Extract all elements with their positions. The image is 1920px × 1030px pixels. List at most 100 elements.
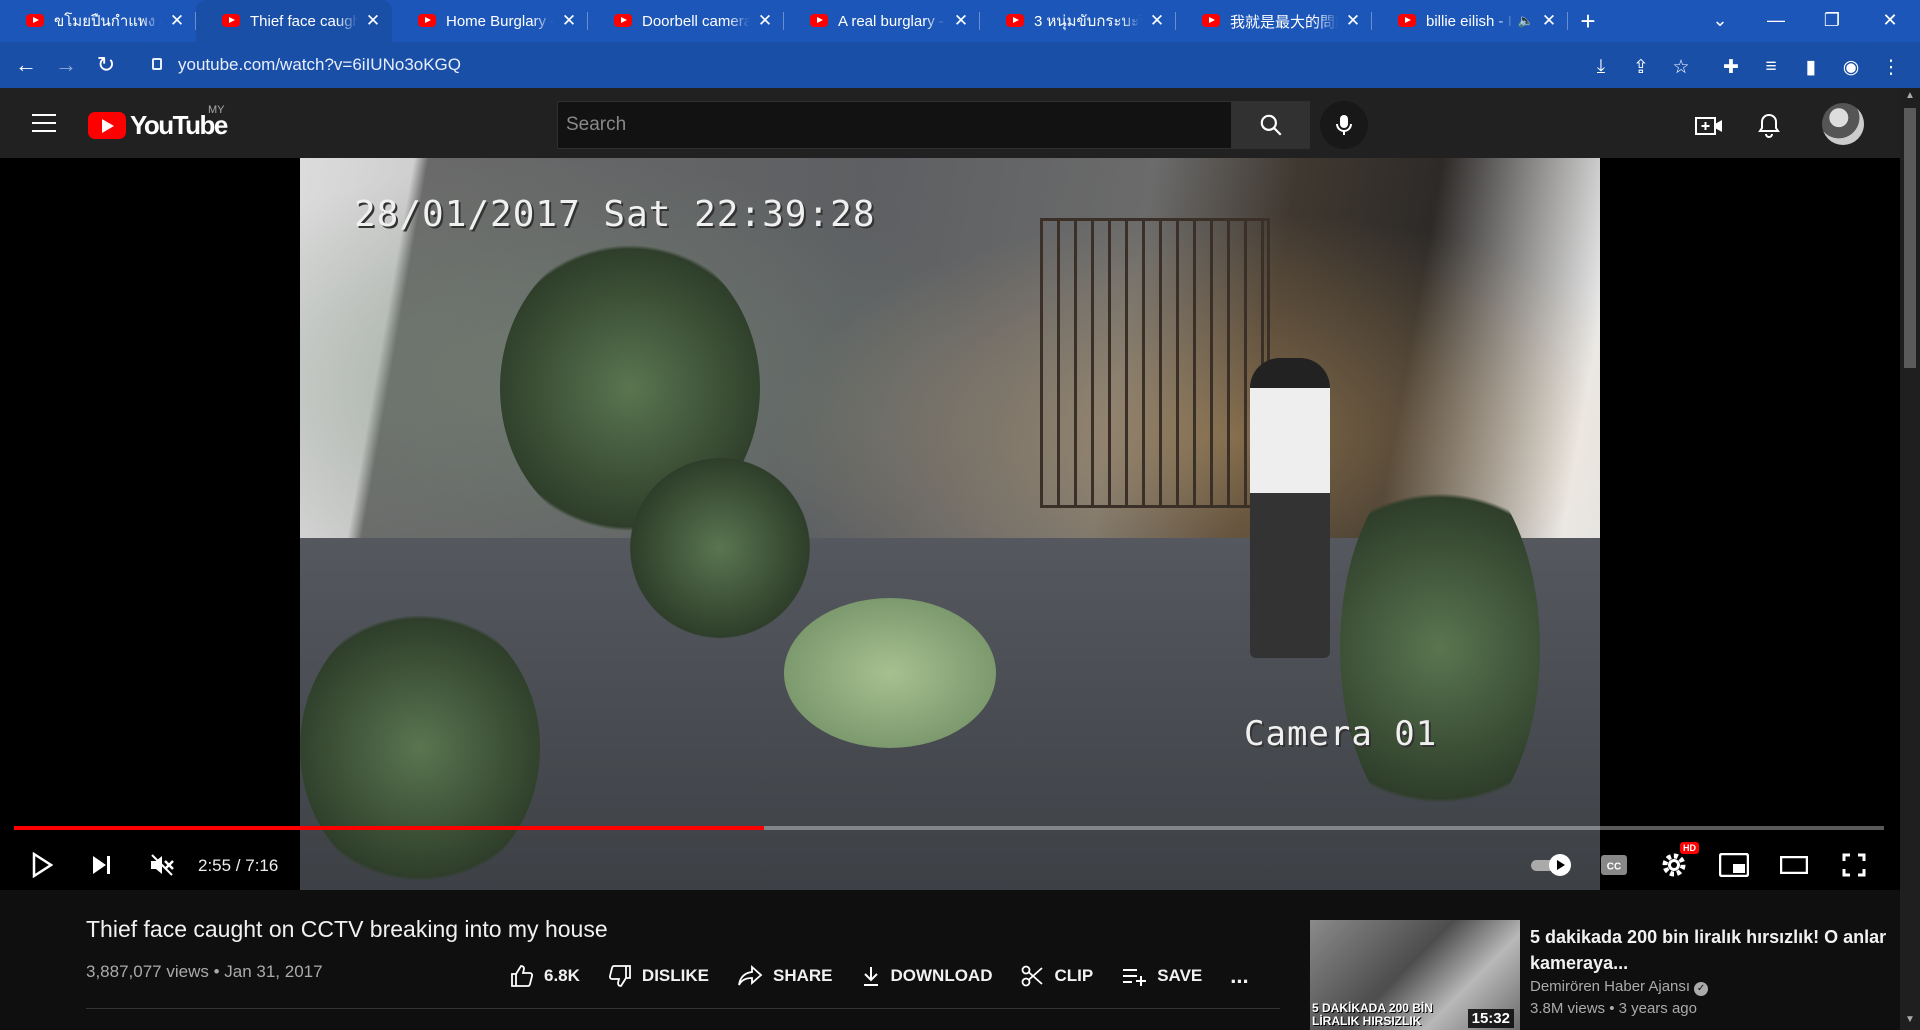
chrome-menu-icon[interactable]: ⋮ bbox=[1876, 52, 1906, 82]
extensions-icon[interactable]: ✚ bbox=[1716, 52, 1746, 82]
clip-button[interactable]: CLIP bbox=[1020, 964, 1093, 988]
browser-tab[interactable]: billie eilish - I 🔈 ✕ bbox=[1372, 0, 1568, 42]
minimize-button[interactable]: — bbox=[1748, 0, 1804, 40]
save-button[interactable]: SAVE bbox=[1121, 966, 1202, 986]
cctv-timestamp: 28/01/2017 Sat 22:39:28 bbox=[354, 194, 876, 235]
scrollbar-thumb[interactable] bbox=[1904, 108, 1916, 368]
share-arrow-icon bbox=[738, 965, 763, 986]
search-input[interactable] bbox=[566, 114, 1231, 136]
tab-close-icon[interactable]: ✕ bbox=[1344, 11, 1362, 31]
thumbs-down-icon bbox=[608, 965, 631, 987]
video-actions: 6.8K DISLIKE SHARE DOWNLOAD CLIP SAVE ..… bbox=[510, 958, 1249, 994]
video-plants-center bbox=[630, 458, 810, 638]
browser-tab[interactable]: Doorbell camera ✕ bbox=[588, 0, 784, 42]
play-icon bbox=[32, 852, 53, 878]
voice-search-button[interactable] bbox=[1320, 101, 1368, 149]
forward-button[interactable]: → bbox=[46, 45, 86, 85]
youtube-play-logo-icon bbox=[88, 112, 126, 139]
browser-tab[interactable]: Thief face caught ✕ bbox=[196, 0, 392, 42]
microphone-icon bbox=[1336, 115, 1352, 135]
channel-name: Demirören Haber Ajansı bbox=[1530, 978, 1691, 995]
browser-tab[interactable]: Home Burglary - I ✕ bbox=[392, 0, 588, 42]
scissors-icon bbox=[1022, 965, 1044, 987]
scroll-up-icon[interactable]: ▲ bbox=[1905, 90, 1915, 101]
more-actions-button[interactable]: ... bbox=[1230, 963, 1248, 989]
account-avatar[interactable] bbox=[1822, 103, 1864, 145]
play-button[interactable] bbox=[20, 843, 64, 887]
video-frame[interactable]: 28/01/2017 Sat 22:39:28 Camera 01 bbox=[300, 158, 1600, 890]
share-button[interactable]: SHARE bbox=[737, 965, 833, 987]
new-tab-button[interactable]: + bbox=[1568, 0, 1608, 42]
like-button[interactable]: 6.8K bbox=[510, 964, 580, 988]
autoplay-toggle[interactable] bbox=[1528, 843, 1576, 887]
create-video-button[interactable] bbox=[1692, 109, 1726, 143]
verified-check-icon: ✓ bbox=[1694, 982, 1709, 996]
progress-bar[interactable] bbox=[14, 826, 1884, 830]
browser-tab[interactable]: 我就是最大的問題 ✕ bbox=[1176, 0, 1372, 42]
browser-tab[interactable]: A real burglary - I ✕ bbox=[784, 0, 980, 42]
menu-icon[interactable] bbox=[32, 114, 56, 132]
tab-audio-icon[interactable]: 🔈 bbox=[1518, 13, 1534, 29]
tab-close-icon[interactable]: ✕ bbox=[1540, 11, 1558, 31]
profile-icon[interactable]: ◉ bbox=[1836, 52, 1866, 82]
tab-title: Thief face caught bbox=[250, 12, 358, 30]
browser-tab[interactable]: 3 หนุ่มขับกระบะปืนก ✕ bbox=[980, 0, 1176, 42]
search-button[interactable] bbox=[1232, 101, 1310, 149]
scroll-down-icon[interactable]: ▼ bbox=[1905, 1014, 1915, 1025]
recommended-channel[interactable]: Demirören Haber Ajansı ✓ bbox=[1530, 978, 1709, 996]
page-scrollbar[interactable]: ▲ ▼ bbox=[1900, 88, 1920, 1030]
tab-close-icon[interactable]: ✕ bbox=[364, 11, 382, 31]
miniplayer-button[interactable] bbox=[1712, 843, 1756, 887]
tab-close-icon[interactable]: ✕ bbox=[168, 11, 186, 31]
thumbs-up-icon bbox=[511, 965, 534, 987]
theater-mode-button[interactable] bbox=[1772, 843, 1816, 887]
share-icon[interactable]: ⇪ bbox=[1626, 52, 1656, 82]
gear-icon bbox=[1662, 853, 1686, 877]
video-player[interactable]: 28/01/2017 Sat 22:39:28 Camera 01 2:55 /… bbox=[0, 158, 1900, 890]
tab-title: ขโมยปืนกำแพง - Yo bbox=[54, 13, 162, 30]
skip-next-icon bbox=[93, 856, 110, 874]
address-bar[interactable]: youtube.com/watch?v=6iIUNo3oKGQ bbox=[138, 47, 1878, 83]
media-control-icon[interactable]: ≡ bbox=[1756, 52, 1786, 82]
save-label: SAVE bbox=[1157, 966, 1203, 985]
autoplay-toggle-icon bbox=[1531, 854, 1571, 876]
video-camera-plus-icon bbox=[1695, 117, 1722, 135]
fullscreen-button[interactable] bbox=[1832, 843, 1876, 887]
youtube-favicon-icon bbox=[1202, 14, 1220, 27]
next-button[interactable] bbox=[80, 843, 124, 887]
back-button[interactable]: ← bbox=[6, 45, 46, 85]
restore-button[interactable]: ❐ bbox=[1804, 0, 1860, 40]
tab-search-icon[interactable]: ⌄ bbox=[1692, 0, 1748, 40]
recommended-thumbnail[interactable]: 5 DAKİKADA 200 BİN LİRALIK HIRSIZLIK 15:… bbox=[1310, 920, 1520, 1030]
download-button[interactable]: DOWNLOAD bbox=[861, 965, 993, 987]
tab-close-icon[interactable]: ✕ bbox=[756, 11, 774, 31]
bell-icon bbox=[1758, 113, 1780, 138]
dislike-button[interactable]: DISLIKE bbox=[608, 964, 709, 988]
download-label: DOWNLOAD bbox=[890, 966, 993, 985]
tab-close-icon[interactable]: ✕ bbox=[560, 11, 578, 31]
reload-button[interactable]: ↻ bbox=[86, 45, 126, 85]
lock-icon bbox=[152, 58, 162, 70]
tab-separator bbox=[1567, 12, 1568, 30]
dislike-label: DISLIKE bbox=[641, 966, 709, 985]
volume-muted-icon bbox=[151, 854, 174, 876]
recommended-video[interactable]: 5 DAKİKADA 200 BİN LİRALIK HIRSIZLIK 15:… bbox=[1310, 920, 1900, 1030]
browser-tab[interactable]: ขโมยปืนกำแพง - Yo ✕ bbox=[0, 0, 196, 42]
tab-title: 3 หนุ่มขับกระบะปืนก bbox=[1034, 13, 1142, 30]
mute-button[interactable] bbox=[140, 843, 184, 887]
tab-close-icon[interactable]: ✕ bbox=[1148, 11, 1166, 31]
fullscreen-icon bbox=[1842, 853, 1866, 877]
recommended-title[interactable]: 5 dakikada 200 bin liralık hırsızlık! O … bbox=[1530, 924, 1890, 976]
close-window-button[interactable]: ✕ bbox=[1862, 0, 1918, 40]
like-count: 6.8K bbox=[544, 966, 580, 985]
bookmark-star-icon[interactable]: ☆ bbox=[1666, 52, 1696, 82]
youtube-logo[interactable]: YouTube bbox=[88, 110, 228, 141]
notifications-button[interactable] bbox=[1752, 109, 1786, 143]
cc-text: CC bbox=[1607, 862, 1621, 873]
tab-close-icon[interactable]: ✕ bbox=[952, 11, 970, 31]
time-display: 2:55 / 7:16 bbox=[198, 856, 279, 875]
install-icon[interactable]: ⤓ bbox=[1586, 52, 1616, 82]
clip-label: CLIP bbox=[1054, 966, 1094, 985]
subtitles-button[interactable]: CC bbox=[1592, 843, 1636, 887]
side-panel-icon[interactable]: ▮ bbox=[1796, 52, 1826, 82]
